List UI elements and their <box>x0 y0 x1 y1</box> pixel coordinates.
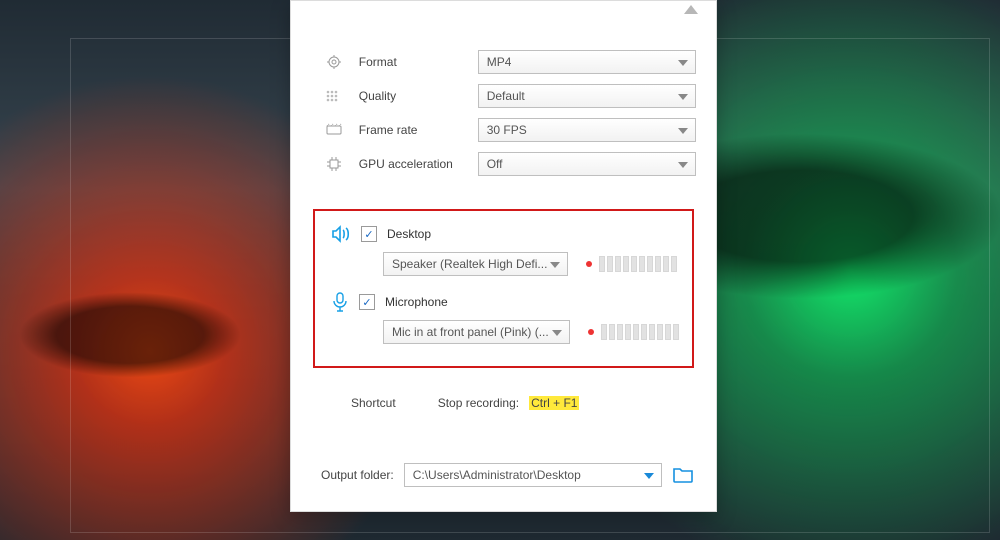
shortcut-label: Shortcut <box>351 396 396 410</box>
row-quality: Quality Default <box>323 79 696 113</box>
format-icon <box>323 54 345 70</box>
row-framerate: Frame rate 30 FPS <box>323 113 696 147</box>
format-select[interactable]: MP4 <box>478 50 696 74</box>
desktop-level-meter <box>586 256 677 272</box>
mic-label: Microphone <box>385 295 448 309</box>
stop-recording-label: Stop recording: <box>438 396 519 410</box>
format-label: Format <box>345 55 478 69</box>
level-bars <box>599 256 677 272</box>
desktop-audio-row: ✓ Desktop <box>331 221 676 247</box>
audio-section: ✓ Desktop Speaker (Realtek High Defi... … <box>313 209 694 368</box>
quality-select[interactable]: Default <box>478 84 696 108</box>
settings-panel: Format MP4 Quality Default Frame rate 30… <box>290 0 717 512</box>
microphone-icon <box>331 292 349 312</box>
speaker-icon <box>331 225 351 243</box>
quality-label: Quality <box>345 89 478 103</box>
record-dot-icon <box>586 261 592 267</box>
shortcut-key: Ctrl + F1 <box>529 396 579 410</box>
open-folder-icon[interactable] <box>672 466 694 484</box>
mic-checkbox[interactable]: ✓ <box>359 294 375 310</box>
row-format: Format MP4 <box>323 45 696 79</box>
output-path-select[interactable]: C:\Users\Administrator\Desktop <box>404 463 662 487</box>
mic-device-select[interactable]: Mic in at front panel (Pink) (... <box>383 320 570 344</box>
desktop-device-select[interactable]: Speaker (Realtek High Defi... <box>383 252 568 276</box>
record-dot-icon <box>588 329 594 335</box>
video-settings: Format MP4 Quality Default Frame rate 30… <box>323 45 696 181</box>
framerate-select[interactable]: 30 FPS <box>478 118 696 142</box>
level-bars <box>601 324 679 340</box>
desktop-label: Desktop <box>387 227 431 241</box>
framerate-icon <box>323 123 345 137</box>
desktop-device-row: Speaker (Realtek High Defi... <box>331 249 676 279</box>
gpu-select[interactable]: Off <box>478 152 696 176</box>
gpu-label: GPU acceleration <box>345 157 478 171</box>
output-label: Output folder: <box>321 468 394 482</box>
framerate-label: Frame rate <box>345 123 478 137</box>
mic-device-row: Mic in at front panel (Pink) (... <box>331 317 676 347</box>
output-path-value: C:\Users\Administrator\Desktop <box>413 468 581 482</box>
collapse-arrow-icon[interactable] <box>684 5 698 14</box>
row-gpu: GPU acceleration Off <box>323 147 696 181</box>
gpu-icon <box>323 156 345 172</box>
mic-audio-row: ✓ Microphone <box>331 289 676 315</box>
desktop-checkbox[interactable]: ✓ <box>361 226 377 242</box>
output-row: Output folder: C:\Users\Administrator\De… <box>321 463 694 487</box>
shortcut-row: Shortcut Stop recording: Ctrl + F1 <box>351 396 579 410</box>
shortcut-group: Stop recording: Ctrl + F1 <box>438 396 580 410</box>
quality-icon <box>323 90 345 102</box>
mic-level-meter <box>588 324 679 340</box>
